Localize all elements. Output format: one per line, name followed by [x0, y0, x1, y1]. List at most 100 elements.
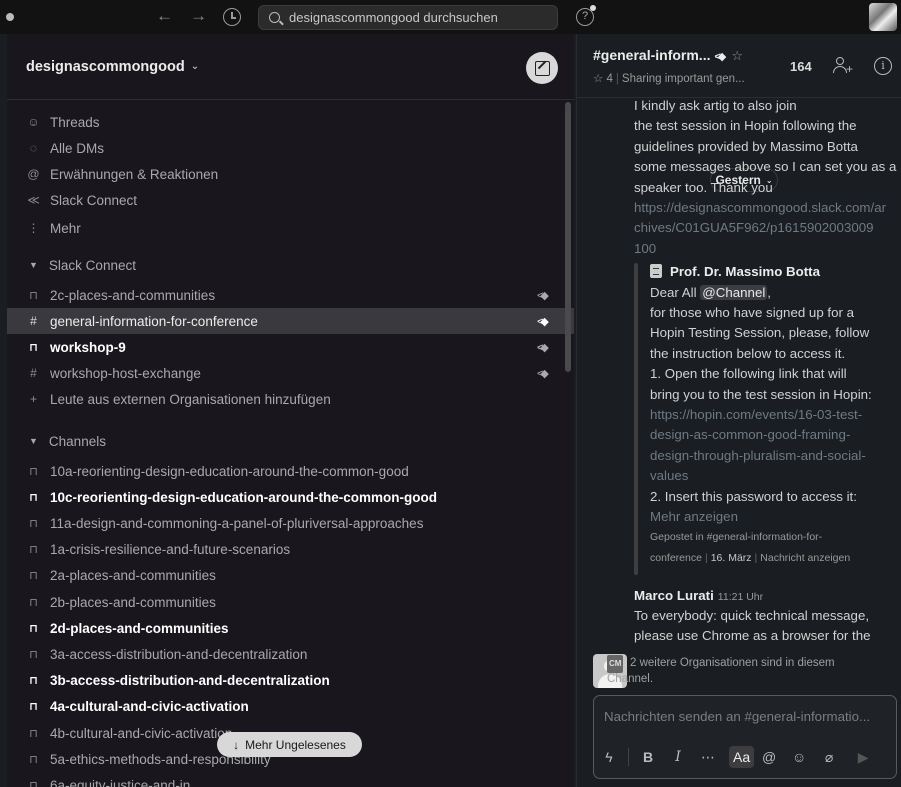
- send-button[interactable]: ▶: [848, 749, 878, 766]
- lock-icon: ⊓: [29, 779, 38, 787]
- sidebar-item-mehr[interactable]: ⋮ Mehr: [7, 215, 574, 241]
- bold-button[interactable]: B: [633, 749, 663, 765]
- search-input[interactable]: designascommongood durchsuchen: [258, 5, 558, 30]
- separator: |: [754, 552, 758, 565]
- back-arrow-icon[interactable]: ←: [156, 6, 173, 26]
- shared-channel-icon: <◆: [537, 315, 549, 328]
- message-link[interactable]: chives/C01GUA5F962/p1615902003009: [634, 220, 874, 235]
- quote-author-row: Prof. Dr. Massimo Botta: [650, 264, 820, 279]
- sidebar-item-threads[interactable]: ☺ Threads: [7, 109, 574, 135]
- sidebar-channel[interactable]: ⊓ 11a-design-and-commoning-a-panel-of-plu…: [7, 510, 574, 536]
- composer-placeholder[interactable]: Nachrichten senden an #general-informati…: [604, 709, 889, 724]
- quote-greeting: Dear All @Channel,: [650, 284, 771, 300]
- sidebar-item-slack-connect[interactable]: ≪ Slack Connect: [7, 187, 574, 213]
- more-unread-button[interactable]: ↓ Mehr Ungelesenes: [217, 732, 362, 757]
- info-icon[interactable]: i: [874, 57, 892, 75]
- hash-icon: #: [30, 314, 37, 328]
- sidebar-channel[interactable]: ⊓ 2a-places-and-communities: [7, 563, 574, 589]
- sidebar-channel[interactable]: ⊓ 2b-places-and-communities: [7, 589, 574, 615]
- sidebar-channel[interactable]: ⊓ 3b-access-distribution-and-decentraliza…: [7, 668, 574, 694]
- channel-mention[interactable]: @Channel: [700, 284, 768, 300]
- channel-title[interactable]: #general-inform... <◆ ☆: [593, 47, 743, 64]
- message-time[interactable]: 11:21 Uhr: [718, 591, 763, 603]
- lock-icon: ⊓: [29, 491, 38, 504]
- quote-link[interactable]: design-as-common-good-framing-: [650, 427, 850, 442]
- section-label: Slack Connect: [48, 257, 136, 273]
- message-composer[interactable]: Nachrichten senden an #general-informati…: [593, 695, 897, 779]
- pin-icon[interactable]: ☆: [593, 73, 603, 85]
- format-toggle-button[interactable]: Aa: [729, 746, 755, 768]
- sidebar-channel[interactable]: ⊓ 6a-equity-justice-and-in: [7, 772, 574, 787]
- message-text: some messages above so I can set you as …: [634, 159, 897, 175]
- add-person-icon[interactable]: +: [833, 56, 853, 76]
- message-text: speaker too. Thank you: [634, 179, 773, 195]
- sidebar-channel[interactable]: ⊓ 2d-places-and-communities: [7, 615, 574, 641]
- channel-name: 3a-access-distribution-and-decentralizat…: [50, 646, 308, 662]
- quote-author[interactable]: Prof. Dr. Massimo Botta: [670, 264, 820, 279]
- channel-name: 1a-crisis-resilience-and-future-scenario…: [50, 542, 291, 558]
- sidebar-item-label: Erwähnungen & Reaktionen: [50, 166, 219, 182]
- italic-button[interactable]: I: [663, 749, 693, 765]
- sidebar-item-erw-hnungen-reaktionen[interactable]: @ Erwähnungen & Reaktionen: [7, 161, 574, 187]
- message-author[interactable]: Marco Lurati: [634, 588, 714, 603]
- shortcut-icon[interactable]: ϟ: [594, 749, 624, 765]
- sidebar-channel[interactable]: ⊓ 1a-crisis-resilience-and-future-scenari…: [7, 537, 574, 563]
- sidebar-channel[interactable]: ⊓ workshop-9 <◆: [7, 334, 574, 360]
- title-bar: ← → designascommongood durchsuchen ?: [0, 0, 901, 34]
- sidebar-channel[interactable]: # workshop-host-exchange <◆: [7, 360, 574, 386]
- sidebar-channel[interactable]: ⊓ 10c-reorienting-design-education-around…: [7, 484, 574, 510]
- star-icon[interactable]: ☆: [731, 48, 743, 63]
- channel-name: 6a-equity-justice-and-in: [50, 777, 191, 787]
- message-list: Gestern ⌄ I kindly ask artig to also join…: [577, 98, 901, 688]
- sidebar-channel[interactable]: # general-information-for-conference <◆: [7, 308, 574, 334]
- app-icon: [650, 264, 662, 279]
- more-formatting-button[interactable]: ⋯: [693, 749, 723, 766]
- quote-link[interactable]: design-through-pluralism-and-social-: [650, 448, 866, 463]
- channel-topic[interactable]: Sharing important gen...: [622, 73, 745, 85]
- section-slack-connect[interactable]: ▼ Slack Connect: [7, 252, 574, 278]
- message-text: please use Chrome as a browser for the: [634, 628, 871, 644]
- workspace-header[interactable]: designascommongood ⌄: [7, 34, 574, 100]
- sidebar-channel[interactable]: ⊓ 3a-access-distribution-and-decentraliza…: [7, 641, 574, 667]
- sidebar-channel[interactable]: ⊓ 2c-places-and-communities <◆: [7, 282, 574, 308]
- posted-in-channel[interactable]: conference: [650, 552, 702, 564]
- greeting-end: ,: [767, 284, 771, 300]
- sidebar-scrollbar[interactable]: [565, 102, 571, 372]
- section-channels[interactable]: ▼ Channels: [7, 428, 574, 454]
- quote-date[interactable]: 16. März: [711, 552, 752, 564]
- caret-down-icon: ▼: [29, 436, 38, 446]
- sidebar-channel[interactable]: ⊓ 4a-cultural-and-civic-activation: [7, 694, 574, 720]
- sidebar-channel[interactable]: ⊓ 10a-reorienting-design-education-around…: [7, 458, 574, 484]
- sidebar-item-alle-dms[interactable]: ◌ Alle DMs: [7, 135, 574, 161]
- attach-icon[interactable]: ⌀: [814, 749, 844, 766]
- hash-icon: #: [30, 366, 37, 380]
- channel-subtitle: ☆ 4 | Sharing important gen...: [593, 73, 745, 85]
- view-message-link[interactable]: Nachricht anzeigen: [760, 552, 850, 564]
- mention-button[interactable]: @: [754, 749, 784, 765]
- message-link[interactable]: https://designascommongood.slack.com/ar: [634, 200, 886, 215]
- quote-link[interactable]: values: [650, 468, 688, 483]
- search-placeholder: designascommongood durchsuchen: [289, 10, 498, 25]
- show-more-link[interactable]: Mehr anzeigen: [650, 509, 738, 524]
- shared-channel-icon: <◆: [537, 341, 549, 354]
- pinned-count[interactable]: 4: [607, 73, 613, 85]
- slack-connect-icon: ≪: [27, 193, 40, 207]
- lock-icon: ⊓: [29, 341, 38, 354]
- lock-icon: ⊓: [29, 289, 38, 302]
- channel-name: workshop-host-exchange: [50, 365, 201, 381]
- lock-icon: ⊓: [29, 544, 38, 557]
- channel-name: 4a-cultural-and-civic-activation: [50, 699, 249, 715]
- user-avatar[interactable]: [869, 3, 897, 31]
- more-unread-label: Mehr Ungelesenes: [245, 737, 346, 752]
- org-icon: CM: [607, 655, 632, 673]
- member-count[interactable]: 164: [790, 59, 812, 74]
- message-link[interactable]: 100: [634, 241, 656, 256]
- compose-button[interactable]: [526, 52, 558, 84]
- quote-link[interactable]: https://hopin.com/events/16-03-test-: [650, 407, 862, 422]
- add-external-people[interactable]: + Leute aus externen Organisationen hinzu…: [7, 386, 574, 412]
- emoji-icon[interactable]: ☺: [784, 749, 814, 765]
- posted-in-line[interactable]: Gepostet in #general-information-for-: [650, 531, 822, 543]
- forward-arrow-icon[interactable]: →: [190, 6, 207, 26]
- history-icon[interactable]: [223, 8, 241, 26]
- add-external-label: Leute aus externen Organisationen hinzuf…: [50, 391, 331, 407]
